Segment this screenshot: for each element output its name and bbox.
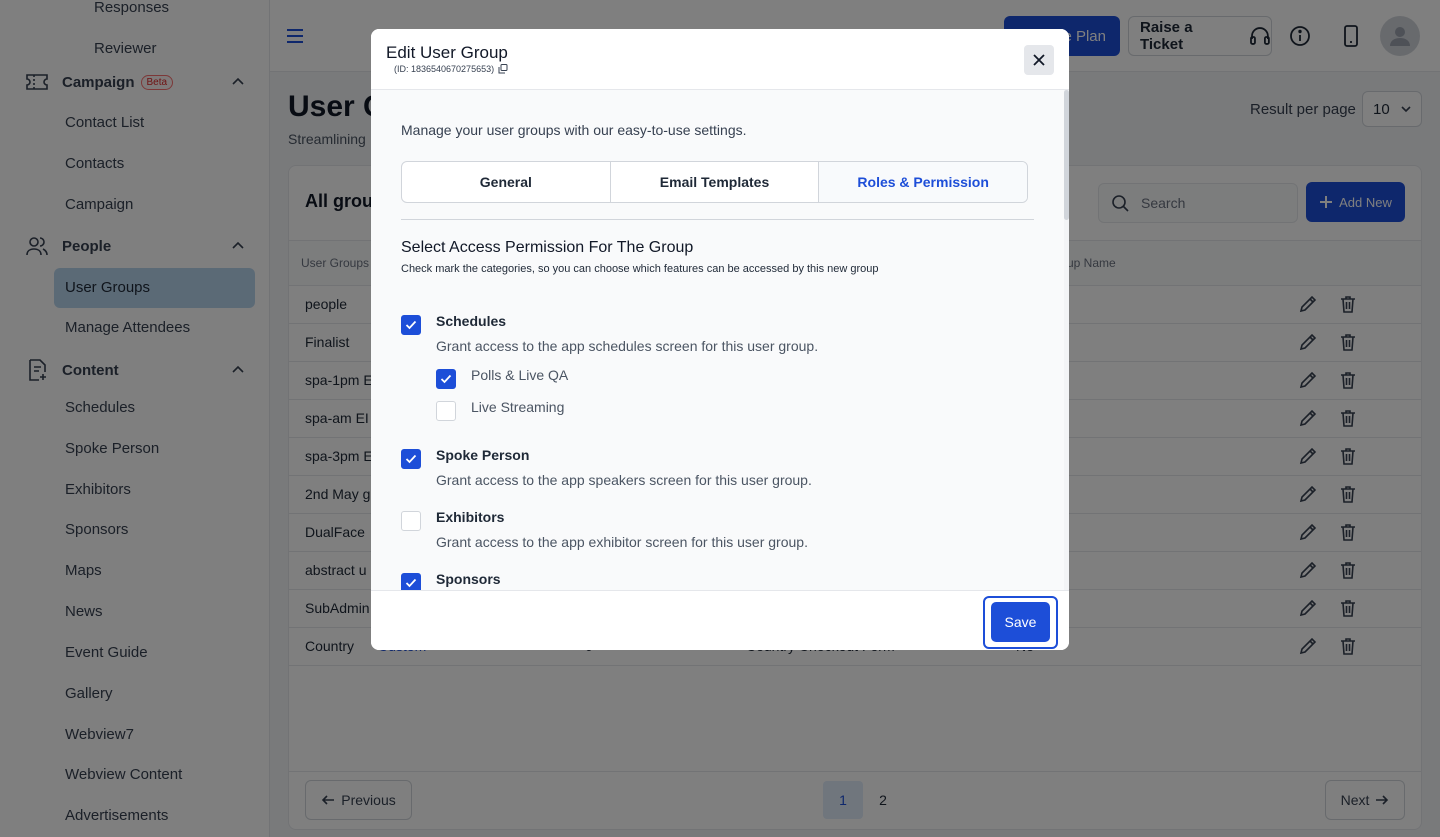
modal-scrollbar-thumb[interactable] (1064, 90, 1069, 220)
permission-title: Spoke Person (436, 447, 530, 463)
group-id-text: (ID: 1836540670275653) (394, 64, 495, 74)
section-subtitle: Check mark the categories, so you can ch… (401, 263, 879, 275)
checkmark-icon (405, 454, 417, 464)
modal-header: Edit User Group (ID: 1836540670275653) (371, 29, 1069, 90)
section-title: Select Access Permission For The Group (401, 239, 694, 256)
permission-title: Schedules (436, 313, 507, 329)
live-streaming-checkbox[interactable] (436, 401, 456, 421)
copy-icon[interactable] (498, 64, 508, 74)
checkmark-icon (440, 374, 452, 384)
close-button[interactable] (1024, 45, 1054, 75)
divider (401, 219, 1034, 220)
permission-desc: Grant access to the app exhibitor screen… (436, 534, 808, 550)
modal-title: Edit User Group (386, 43, 508, 62)
permission-child-label: Live Streaming (471, 399, 565, 415)
checkmark-icon (405, 578, 417, 588)
schedules-checkbox[interactable] (401, 315, 421, 335)
tab-general[interactable]: General (402, 162, 611, 202)
close-icon (1033, 54, 1045, 66)
tab-roles-permission[interactable]: Roles & Permission (819, 162, 1027, 202)
edit-user-group-modal: Edit User Group (ID: 1836540670275653) M… (371, 29, 1069, 650)
permission-title: Exhibitors (436, 509, 505, 525)
modal-id: (ID: 1836540670275653) (394, 64, 508, 74)
permission-child-label: Polls & Live QA (471, 367, 569, 383)
polls-live-qa-checkbox[interactable] (436, 369, 456, 389)
sponsors-checkbox[interactable] (401, 573, 421, 590)
permission-desc: Grant access to the app speakers screen … (436, 472, 812, 488)
modal-body: Manage your user groups with our easy-to… (371, 90, 1069, 590)
tab-email-templates[interactable]: Email Templates (611, 162, 820, 202)
spoke-person-checkbox[interactable] (401, 449, 421, 469)
save-button[interactable]: Save (991, 602, 1050, 642)
modal-intro: Manage your user groups with our easy-to… (401, 122, 747, 138)
exhibitors-checkbox[interactable] (401, 511, 421, 531)
permission-title: Sponsors (436, 571, 501, 587)
permission-desc: Grant access to the app schedules screen… (436, 338, 819, 354)
modal-tabs: General Email Templates Roles & Permissi… (401, 161, 1028, 203)
modal-footer: Save (371, 590, 1069, 650)
checkmark-icon (405, 320, 417, 330)
